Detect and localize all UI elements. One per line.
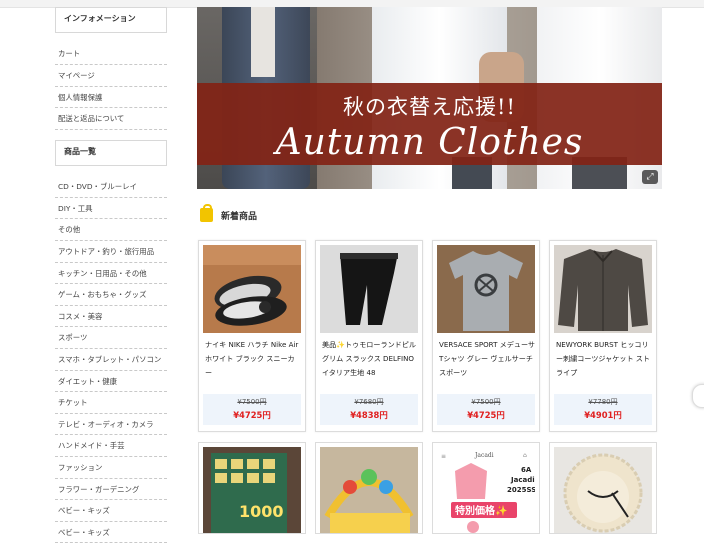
product-name[interactable]: 美品✨トゥモローランドピルグリム スラックス DELFINO イタリア生地 48	[322, 338, 418, 386]
jacadi-line2-text: Jacadi	[510, 476, 535, 484]
category-item[interactable]: テレビ・オーディオ・カメラ	[55, 414, 167, 436]
product-card[interactable]: ナイキ NIKE ハラチ Nike Air ホワイト ブラック スニーカー ¥7…	[198, 240, 306, 432]
product-image-sneakers[interactable]	[203, 245, 301, 333]
product-image-bonnet[interactable]	[554, 447, 652, 533]
jacadi-brand-text: Jacadi	[474, 452, 494, 459]
price-box: ¥7680円 ¥4838円	[320, 394, 418, 425]
hero-caption: 秋の衣替え応援!! Autumn Clothes	[197, 83, 662, 165]
category-item[interactable]: アウトドア・釣り・旅行用品	[55, 241, 167, 263]
price-box: ¥7500円 ¥4725円	[437, 394, 535, 425]
svg-text:≡: ≡	[441, 453, 446, 460]
category-list: CD・DVD・ブルーレイ DIY・工具 その他 アウトドア・釣り・旅行用品 キッ…	[55, 176, 167, 543]
category-item[interactable]: スポーツ	[55, 327, 167, 349]
product-card[interactable]: NEWYORK BURST ヒッコリー刺繍コーツジャケット ストライプ ¥778…	[549, 240, 657, 432]
original-price: ¥7780円	[588, 398, 618, 406]
product-image-slacks[interactable]	[320, 245, 418, 333]
price-box: ¥7780円 ¥4901円	[554, 394, 652, 425]
section-header: 新着商品	[200, 204, 258, 224]
sale-price: ¥4725円	[233, 410, 271, 420]
product-card[interactable]	[315, 442, 423, 534]
category-item[interactable]: ベビー・キッズ	[55, 500, 167, 522]
category-item[interactable]: ベビー・キッズ	[55, 522, 167, 543]
book-cover-number: 1000	[239, 502, 284, 521]
category-item[interactable]: コスメ・美容	[55, 306, 167, 328]
category-item[interactable]: ファッション	[55, 457, 167, 479]
product-card[interactable]: 1000	[198, 442, 306, 534]
sale-price: ¥4725円	[467, 410, 505, 420]
category-item[interactable]: キッチン・日用品・その他	[55, 263, 167, 285]
sale-price: ¥4901円	[584, 410, 622, 420]
product-image-jacket[interactable]	[554, 245, 652, 333]
product-card[interactable]: VERSACE SPORT メデューサ Tシャツ グレー ヴェルサーチスポーツ …	[432, 240, 540, 432]
info-heading: インフォメーション	[55, 7, 167, 33]
category-item[interactable]: その他	[55, 219, 167, 241]
sidebar-link-shipping[interactable]: 配送と返品について	[55, 108, 167, 131]
category-item[interactable]: スマホ・タブレット・パソコン	[55, 349, 167, 371]
product-name[interactable]: NEWYORK BURST ヒッコリー刺繍コーツジャケット ストライプ	[556, 338, 652, 386]
sidebar-link-cart[interactable]: カート	[55, 43, 167, 65]
special-price-badge: 特別価格✨	[455, 504, 507, 517]
product-image-tshirt[interactable]	[437, 245, 535, 333]
product-image-baby-gym[interactable]	[320, 447, 418, 533]
product-card[interactable]: ≡ Jacadi ⌂ 6A Jacadi 2025SS 特別価格✨	[432, 442, 540, 534]
sidebar: インフォメーション カート マイページ 個人情報保護 配送と返品について 商品一…	[55, 7, 167, 543]
hero-title-en: Autumn Clothes	[275, 122, 584, 163]
svg-text:⌂: ⌂	[523, 452, 527, 459]
section-title: 新着商品	[221, 211, 258, 222]
category-item[interactable]: DIY・工具	[55, 198, 167, 220]
model-shirt	[251, 7, 275, 77]
product-card[interactable]	[549, 442, 657, 534]
category-item[interactable]: CD・DVD・ブルーレイ	[55, 176, 167, 198]
hero-title-jp: 秋の衣替え応援!!	[343, 95, 516, 119]
sidebar-link-mypage[interactable]: マイページ	[55, 65, 167, 87]
original-price: ¥7500円	[237, 398, 267, 406]
sale-price: ¥4838円	[350, 410, 388, 420]
product-card[interactable]: 美品✨トゥモローランドピルグリム スラックス DELFINO イタリア生地 48…	[315, 240, 423, 432]
category-item[interactable]: ハンドメイド・手芸	[55, 435, 167, 457]
product-name[interactable]: VERSACE SPORT メデューサ Tシャツ グレー ヴェルサーチスポーツ	[439, 338, 535, 386]
original-price: ¥7500円	[471, 398, 501, 406]
jacadi-size-text: 6A	[521, 466, 532, 474]
category-item[interactable]: チケット	[55, 392, 167, 414]
price-box: ¥7500円 ¥4725円	[203, 394, 301, 425]
product-image-book[interactable]: 1000	[203, 447, 301, 533]
category-item[interactable]: フラワー・ガーデニング	[55, 479, 167, 501]
category-item[interactable]: ダイエット・健康	[55, 371, 167, 393]
sidebar-link-privacy[interactable]: 個人情報保護	[55, 87, 167, 109]
expand-icon[interactable]: ⤢	[642, 170, 658, 184]
product-image-jacadi[interactable]: ≡ Jacadi ⌂ 6A Jacadi 2025SS 特別価格✨	[437, 447, 535, 533]
shopping-bag-icon	[200, 204, 213, 222]
category-heading: 商品一覧	[55, 140, 167, 167]
scroll-to-top-button[interactable]	[692, 384, 704, 408]
info-links: カート マイページ 個人情報保護 配送と返品について	[55, 43, 167, 131]
original-price: ¥7680円	[354, 398, 384, 406]
jacadi-season-text: 2025SS	[507, 486, 535, 494]
category-item[interactable]: ゲーム・おもちゃ・グッズ	[55, 284, 167, 306]
product-name[interactable]: ナイキ NIKE ハラチ Nike Air ホワイト ブラック スニーカー	[205, 338, 301, 386]
hero-banner[interactable]: 秋の衣替え応援!! Autumn Clothes ⤢	[197, 7, 662, 189]
